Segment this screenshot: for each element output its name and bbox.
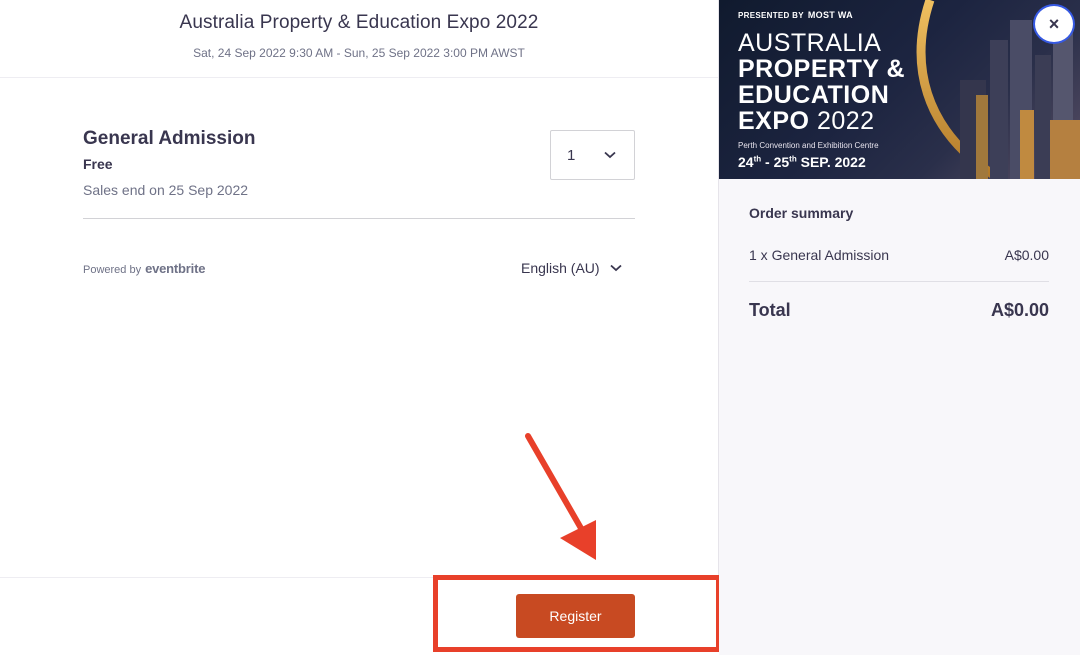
chevron-down-icon: [604, 151, 616, 159]
order-side-panel: PRESENTED BY MOST WA AUSTRALIA PROPERTY …: [719, 0, 1080, 655]
banner-year: 2022: [816, 107, 875, 135]
order-total: Total A$0.00: [749, 300, 1049, 321]
banner-line1: AUSTRALIA: [738, 29, 882, 57]
total-value: A$0.00: [990, 300, 1049, 320]
sponsor-logo: MOST WA: [807, 10, 853, 20]
chevron-down-icon: [609, 264, 622, 272]
ticket-sales-end: Sales end on 25 Sep 2022: [83, 182, 249, 198]
banner-expo: EXPO: [738, 107, 810, 135]
banner-month-year: SEP. 2022: [796, 154, 866, 170]
banner-line3: EDUCATION: [738, 81, 890, 109]
order-summary-title: Order summary: [749, 205, 854, 221]
line-item-label: 1 x General Admission: [749, 247, 890, 263]
banner-dash: -: [761, 154, 774, 170]
close-icon: ×: [1048, 13, 1060, 34]
register-button[interactable]: Register: [516, 594, 635, 638]
total-label: Total: [749, 300, 791, 320]
quantity-select[interactable]: 1: [550, 130, 635, 180]
event-header: Australia Property & Education Expo 2022…: [0, 0, 718, 78]
language-select[interactable]: English (AU): [521, 260, 622, 276]
close-button[interactable]: ×: [1033, 4, 1075, 44]
banner-presented-by: PRESENTED BY MOST WA: [738, 10, 853, 20]
language-label: English (AU): [521, 260, 600, 276]
checkout-main-panel: Australia Property & Education Expo 2022…: [0, 0, 719, 655]
event-banner-image: PRESENTED BY MOST WA AUSTRALIA PROPERTY …: [719, 0, 1080, 179]
banner-day2-suffix: th: [789, 154, 797, 164]
powered-by: Powered by eventbrite: [83, 261, 205, 276]
eventbrite-logo[interactable]: eventbrite: [145, 261, 205, 276]
event-date: Sat, 24 Sep 2022 9:30 AM - Sun, 25 Sep 2…: [193, 46, 525, 60]
quantity-value: 1: [567, 146, 576, 164]
presented-by-label: PRESENTED BY: [738, 10, 804, 20]
event-title: Australia Property & Education Expo 2022: [179, 12, 539, 33]
banner-line4: EXPO 2022: [738, 107, 875, 136]
banner-day1: 24: [738, 154, 754, 170]
powered-by-label: Powered by: [83, 264, 142, 276]
line-item-price: A$0.00: [1004, 247, 1049, 263]
order-line-item: 1 x General Admission A$0.00: [749, 247, 1049, 282]
order-summary: Order summary 1 x General Admission A$0.…: [749, 205, 1049, 321]
banner-venue: Perth Convention and Exhibition Centre: [738, 141, 879, 150]
banner-line2: PROPERTY &: [738, 55, 906, 83]
ticket-row: General Admission Free Sales end on 25 S…: [83, 128, 635, 219]
banner-day1-suffix: th: [753, 154, 762, 164]
banner-dates: 24th - 25th SEP. 2022: [738, 154, 866, 170]
banner-day2: 25: [773, 154, 790, 170]
